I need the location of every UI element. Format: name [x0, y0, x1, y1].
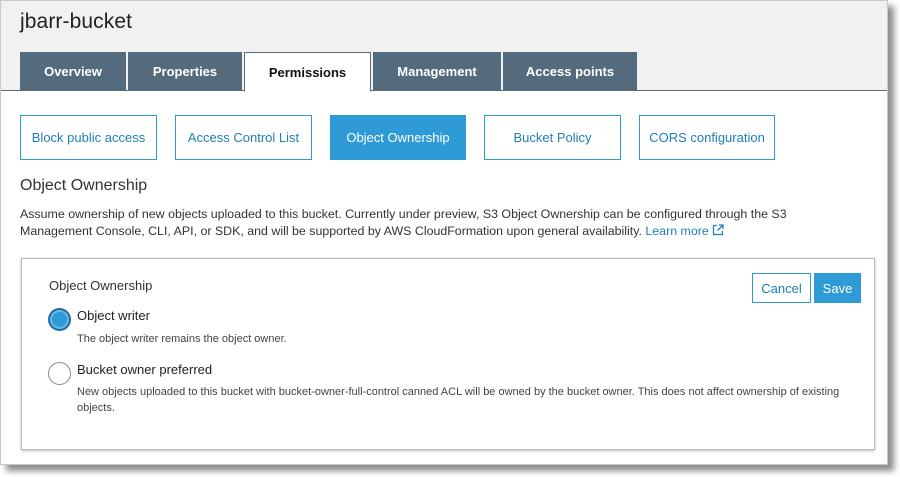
tab-properties[interactable]: Properties [128, 52, 242, 91]
section-heading: Object Ownership [20, 177, 148, 194]
object-writer-help: The object writer remains the object own… [77, 333, 287, 345]
section-description: Assume ownership of new objects uploaded… [20, 206, 810, 241]
subtab-bucket-policy[interactable]: Bucket Policy [484, 115, 621, 160]
tab-management[interactable]: Management [373, 52, 501, 91]
bucket-title: jbarr-bucket [20, 10, 133, 33]
tab-access-points[interactable]: Access points [503, 52, 637, 91]
save-button[interactable]: Save [814, 273, 861, 303]
bucket-header: jbarr-bucket Overview Properties Permiss… [1, 1, 887, 92]
card-title: Object Ownership [49, 278, 153, 293]
tab-permissions[interactable]: Permissions [244, 52, 371, 92]
cancel-button[interactable]: Cancel [752, 273, 811, 303]
subtab-cors-configuration[interactable]: CORS configuration [639, 115, 775, 160]
external-link-icon [712, 224, 724, 241]
learn-more-label: Learn more [645, 224, 709, 238]
object-writer-label: Object writer [77, 308, 150, 323]
object-ownership-card: Object Ownership Cancel Save Object writ… [21, 258, 875, 450]
main-tab-bar: Overview Properties Permissions Manageme… [20, 52, 639, 92]
learn-more-link[interactable]: Learn more [645, 224, 724, 241]
subtab-access-control-list[interactable]: Access Control List [175, 115, 312, 160]
console-window: jbarr-bucket Overview Properties Permiss… [0, 0, 888, 465]
subtab-block-public-access[interactable]: Block public access [20, 115, 157, 160]
bucket-owner-preferred-label: Bucket owner preferred [77, 362, 213, 377]
tab-overview[interactable]: Overview [20, 52, 126, 91]
bucket-owner-preferred-help: New objects uploaded to this bucket with… [77, 386, 840, 414]
subtab-object-ownership[interactable]: Object Ownership [330, 115, 466, 160]
bucket-owner-preferred-radio[interactable] [48, 362, 71, 385]
object-writer-radio[interactable] [48, 308, 71, 331]
